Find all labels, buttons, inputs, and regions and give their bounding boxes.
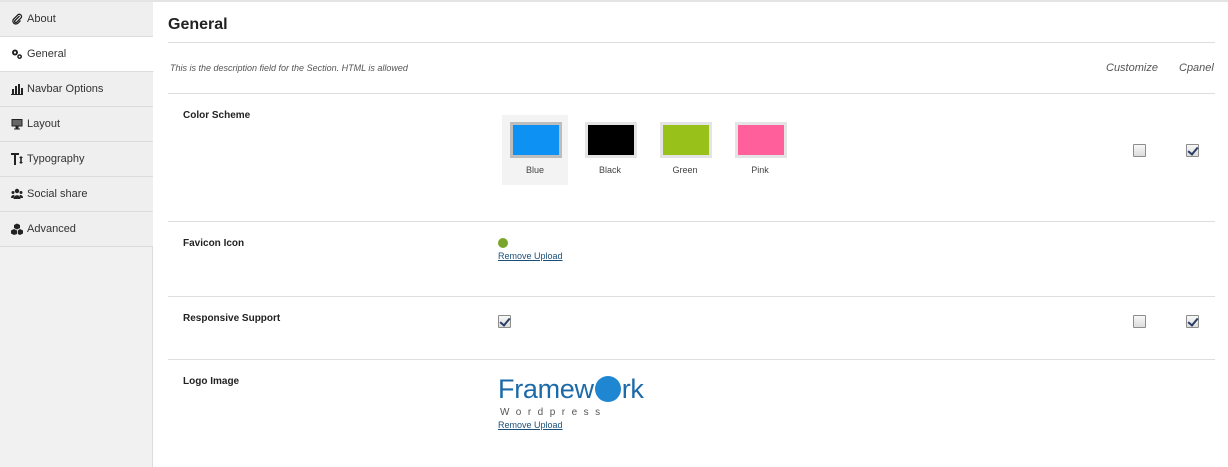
- logo-image: Framew rk Wordpress: [498, 374, 658, 424]
- divider: [168, 42, 1215, 43]
- sidebar-item-label: Typography: [27, 153, 85, 165]
- color-option-label: Green: [672, 165, 698, 175]
- gears-icon: [11, 48, 23, 60]
- sidebar-item-label: Advanced: [27, 223, 76, 235]
- sidebar-item-label: Layout: [27, 118, 61, 130]
- page-title: General: [168, 16, 228, 33]
- column-header-customize: Customize: [1106, 62, 1158, 74]
- color-option-blue[interactable]: Blue: [502, 115, 568, 185]
- color-swatch: [735, 122, 787, 158]
- sidebar-item-label: Navbar Options: [27, 83, 104, 95]
- section-description: This is the description field for the Se…: [170, 63, 408, 73]
- color-swatch: [510, 122, 562, 158]
- color-option-green[interactable]: Green: [652, 115, 718, 185]
- sidebar-item-navbar-options[interactable]: Navbar Options: [0, 72, 153, 107]
- cubes-icon: [11, 223, 23, 235]
- column-header-cpanel: Cpanel: [1179, 62, 1214, 74]
- color-swatch: [585, 122, 637, 158]
- logo-wordmark: Framew rk: [498, 374, 644, 404]
- sidebar-item-about[interactable]: About: [0, 2, 153, 37]
- sidebar-item-typography[interactable]: Typography: [0, 142, 153, 177]
- responsive-cpanel-checkbox[interactable]: [1186, 315, 1199, 328]
- sidebar-item-label: About: [27, 13, 56, 25]
- color-scheme-customize-checkbox[interactable]: [1133, 144, 1146, 157]
- responsive-support-checkbox[interactable]: [498, 315, 511, 328]
- sidebar-item-general[interactable]: General: [0, 37, 154, 72]
- favicon-label: Favicon Icon: [183, 238, 245, 249]
- color-option-label: Pink: [751, 165, 769, 175]
- responsive-support-label: Responsive Support: [183, 313, 281, 324]
- divider: [168, 296, 1215, 297]
- color-scheme-cpanel-checkbox[interactable]: [1186, 144, 1199, 157]
- bar-chart-icon: [11, 83, 23, 95]
- logo-remove-upload-link[interactable]: Remove Upload: [498, 420, 563, 430]
- color-option-label: Black: [598, 165, 621, 175]
- favicon-image: [498, 238, 508, 248]
- color-option-black[interactable]: Black: [577, 115, 643, 185]
- monitor-icon: [11, 118, 23, 130]
- sidebar-item-label: Social share: [27, 188, 88, 200]
- color-scheme-label: Color Scheme: [183, 110, 251, 121]
- divider: [168, 359, 1215, 360]
- sidebar-item-layout[interactable]: Layout: [0, 107, 153, 142]
- logo-image-label: Logo Image: [183, 376, 240, 387]
- sidebar-item-advanced[interactable]: Advanced: [0, 212, 153, 247]
- sidebar-item-label: General: [27, 48, 67, 60]
- sidebar-item-social-share[interactable]: Social share: [0, 177, 153, 212]
- color-swatch: [660, 122, 712, 158]
- text-height-icon: [11, 153, 23, 165]
- logo-o-mark: [594, 376, 621, 402]
- paperclip-icon: [11, 13, 23, 25]
- logo-subtext: Wordpress: [500, 407, 607, 418]
- favicon-remove-upload-link[interactable]: Remove Upload: [498, 251, 563, 261]
- sidebar: About General Navbar Options Layout Typo…: [0, 2, 154, 467]
- divider: [168, 221, 1215, 222]
- group-icon: [11, 188, 23, 200]
- top-border: [0, 0, 1228, 2]
- responsive-customize-checkbox[interactable]: [1133, 315, 1146, 328]
- divider: [168, 93, 1215, 94]
- color-option-label: Blue: [525, 165, 544, 175]
- color-option-pink[interactable]: Pink: [727, 115, 793, 185]
